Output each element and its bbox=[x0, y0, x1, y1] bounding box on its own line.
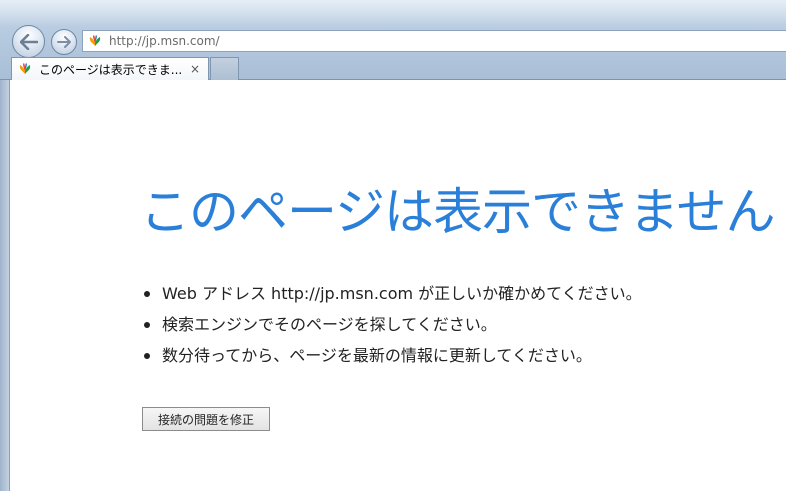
back-button[interactable] bbox=[12, 25, 45, 58]
page-title: このページは表示できません bbox=[140, 183, 776, 241]
suggestion-text: Web アドレス http://jp.msn.com が正しいか確かめてください… bbox=[162, 283, 642, 303]
list-item: 検索エンジンでそのページを探してください。 bbox=[140, 309, 642, 340]
url-text[interactable]: http://jp.msn.com/ bbox=[109, 34, 220, 48]
address-bar[interactable]: http://jp.msn.com/ bbox=[82, 30, 786, 52]
suggestion-list: Web アドレス http://jp.msn.com が正しいか確かめてください… bbox=[140, 278, 642, 371]
forward-button[interactable] bbox=[51, 29, 77, 55]
msn-butterfly-icon bbox=[87, 33, 103, 49]
suggestion-text: 数分待ってから、ページを最新の情報に更新してください。 bbox=[162, 345, 592, 365]
bullet-icon bbox=[144, 290, 150, 297]
browser-chrome: http://jp.msn.com/ このページは表示できま... × bbox=[0, 0, 786, 80]
list-item: Web アドレス http://jp.msn.com が正しいか確かめてください… bbox=[140, 278, 642, 309]
list-item: 数分待ってから、ページを最新の情報に更新してください。 bbox=[140, 340, 642, 371]
fix-connection-button[interactable]: 接続の問題を修正 bbox=[142, 407, 270, 431]
tab-msn-butterfly-icon bbox=[17, 61, 33, 77]
forward-arrow-icon bbox=[57, 36, 71, 48]
new-tab-button[interactable] bbox=[210, 57, 239, 80]
chrome-highlight bbox=[0, 0, 786, 26]
suggestion-text: 検索エンジンでそのページを探してください。 bbox=[162, 314, 497, 334]
bullet-icon bbox=[144, 321, 150, 328]
window-left-frame bbox=[0, 80, 9, 491]
close-icon[interactable]: × bbox=[188, 62, 202, 76]
back-arrow-icon bbox=[19, 33, 38, 50]
tab-active[interactable]: このページは表示できま... × bbox=[11, 57, 209, 80]
tab-title: このページは表示できま... bbox=[39, 62, 183, 77]
bullet-icon bbox=[144, 352, 150, 359]
content-border bbox=[9, 80, 10, 491]
